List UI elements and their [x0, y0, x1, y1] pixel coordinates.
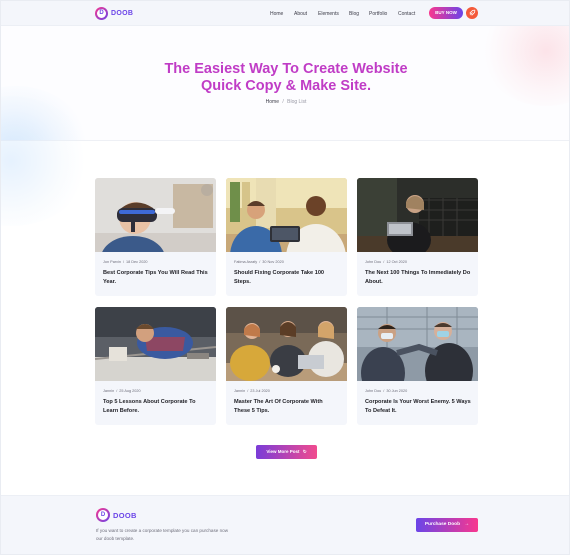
post-author[interactable]: Jannin — [234, 389, 245, 393]
footer: D DOOB If you want to create a corporate… — [1, 495, 569, 554]
blog-card[interactable]: Fatima Asrafy/30 Nov 2020 Should Fixing … — [226, 178, 347, 296]
post-meta: John Dou/30 Jun 2020 — [365, 389, 407, 393]
footer-description: If you want to create a corporate templa… — [96, 528, 229, 541]
logo-icon: D — [96, 508, 110, 522]
nav-item-contact[interactable]: Contact — [398, 9, 415, 19]
meta-separator: / — [122, 260, 125, 264]
post-date: 12 Oct 2020 — [386, 260, 408, 264]
post-title[interactable]: Top 5 Lessons About Corporate To Learn B… — [103, 398, 209, 415]
nav-item-home[interactable]: Home — [270, 9, 283, 19]
post-title[interactable]: Best Corporate Tips You Will Read This Y… — [103, 269, 209, 286]
post-title[interactable]: Should Fixing Corporate Take 100 Steps. — [234, 269, 340, 286]
page-title-line1: The Easiest Way To Create Website — [164, 61, 408, 77]
page-hero: The Easiest Way To Create Website Quick … — [1, 26, 569, 141]
nav-item-portfolio[interactable]: Portfolio — [369, 9, 387, 19]
meta-separator: / — [383, 260, 385, 264]
breadcrumb-current: Blog List — [287, 99, 307, 105]
meta-separator: / — [259, 260, 261, 264]
post-title[interactable]: Master The Art Of Corporate With These 5… — [234, 398, 340, 415]
view-more-label: View More Post — [266, 449, 300, 454]
workshop-photo[interactable] — [95, 307, 216, 381]
nav-item-blog[interactable]: Blog — [349, 9, 359, 19]
meta-separator: / — [247, 389, 249, 393]
logo-letter: D — [98, 510, 108, 520]
page-title-line2: Quick Copy & Make Site. — [200, 78, 372, 94]
breadcrumb-separator: / — [282, 99, 284, 105]
post-date: 25 Aug 2020 — [119, 389, 141, 393]
main-nav: Home About Elements Blog Portfolio Conta… — [1, 9, 569, 19]
blog-card[interactable]: Jannin/23 Jul 2020 Master The Art Of Cor… — [226, 307, 347, 425]
view-more-button[interactable]: View More Post ↻ — [256, 445, 317, 459]
meta-separator: / — [116, 389, 118, 393]
purchase-label: Purchase Doob — [424, 522, 461, 527]
business-meeting-photo[interactable] — [226, 178, 347, 252]
buy-now-button[interactable]: BUY NOW — [429, 7, 463, 19]
rocket-icon[interactable] — [466, 7, 478, 19]
nav-item-about[interactable]: About — [294, 9, 307, 19]
blog-card[interactable]: Jon Parvin/18 Dec 2020 Best Corporate Ti… — [95, 178, 216, 296]
post-author[interactable]: Fatima Asrafy — [234, 260, 257, 264]
breadcrumb: Home / Blog List — [1, 99, 569, 105]
vr-headset-photo[interactable] — [95, 178, 216, 252]
post-title[interactable]: The Next 100 Things To Immediately Do Ab… — [365, 269, 471, 286]
page-title: The Easiest Way To Create Website Quick … — [1, 61, 569, 95]
post-date: 23 Jul 2020 — [250, 389, 270, 393]
blog-card[interactable]: John Dou/30 Jun 2020 Corporate Is Your W… — [357, 307, 478, 425]
breadcrumb-home[interactable]: Home — [266, 99, 279, 105]
post-meta: Fatima Asrafy/30 Nov 2020 — [234, 260, 284, 264]
post-author[interactable]: John Dou — [365, 389, 381, 393]
post-author[interactable]: Jon Parvin — [103, 260, 121, 264]
post-title[interactable]: Corporate Is Your Worst Enemy. 5 Ways To… — [365, 398, 471, 415]
post-author[interactable]: John Dou — [365, 260, 381, 264]
team-laptop-photo[interactable] — [226, 307, 347, 381]
arrow-right-icon: → — [464, 522, 470, 527]
refresh-icon: ↻ — [302, 449, 307, 454]
post-date: 30 Nov 2020 — [262, 260, 284, 264]
post-meta: John Dou/12 Oct 2020 — [365, 260, 407, 264]
logo-text: DOOB — [113, 510, 137, 520]
post-author[interactable]: Jannin — [103, 389, 114, 393]
elbow-bump-photo[interactable] — [357, 307, 478, 381]
page: D DOOB Home About Elements Blog Portfoli… — [0, 0, 570, 555]
rocket-icon-glyph — [469, 9, 476, 16]
nav-item-elements[interactable]: Elements — [318, 9, 339, 19]
post-meta: Jon Parvin/18 Dec 2020 — [103, 260, 148, 264]
blog-card[interactable]: John Dou/12 Oct 2020 The Next 100 Things… — [357, 178, 478, 296]
blog-card[interactable]: Jannin/25 Aug 2020 Top 5 Lessons About C… — [95, 307, 216, 425]
post-date: 30 Jun 2020 — [386, 389, 408, 393]
laptop-woman-photo[interactable] — [357, 178, 478, 252]
post-meta: Jannin/25 Aug 2020 — [103, 389, 141, 393]
site-header: D DOOB Home About Elements Blog Portfoli… — [1, 1, 569, 26]
footer-logo[interactable]: D DOOB — [96, 508, 137, 522]
post-date: 18 Dec 2020 — [126, 260, 148, 264]
purchase-button[interactable]: Purchase Doob → — [416, 518, 478, 532]
meta-separator: / — [383, 389, 385, 393]
post-meta: Jannin/23 Jul 2020 — [234, 389, 270, 393]
